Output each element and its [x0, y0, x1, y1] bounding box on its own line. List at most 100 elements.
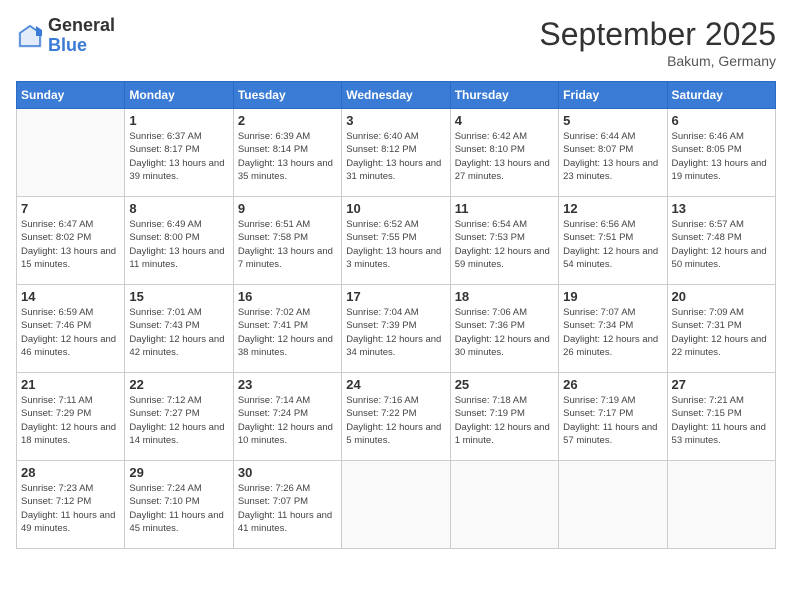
day-info: Sunrise: 7:14 AM Sunset: 7:24 PM Dayligh… — [238, 394, 337, 447]
logo-general: General — [48, 16, 115, 36]
calendar-cell — [342, 461, 450, 549]
calendar-cell: 29Sunrise: 7:24 AM Sunset: 7:10 PM Dayli… — [125, 461, 233, 549]
calendar-cell: 12 Sunrise: 6:56 AM Sunset: 7:51 PM Dayli… — [559, 197, 667, 285]
day-number: 14 — [21, 289, 120, 304]
logo: General Blue — [16, 16, 115, 56]
day-header-sunday: Sunday — [17, 82, 125, 109]
day-info: Sunrise: 6:56 AM Sunset: 7:51 PM Dayligh… — [563, 218, 662, 271]
day-info: Sunrise: 7:02 AM Sunset: 7:41 PM Dayligh… — [238, 306, 337, 359]
day-info: Sunrise: 6:54 AM Sunset: 7:53 PM Dayligh… — [455, 218, 554, 271]
day-header-monday: Monday — [125, 82, 233, 109]
day-info: Sunrise: 6:44 AM Sunset: 8:07 PM Dayligh… — [563, 130, 662, 183]
calendar-cell — [450, 461, 558, 549]
calendar-cell: 11 Sunrise: 6:54 AM Sunset: 7:53 PM Dayli… — [450, 197, 558, 285]
day-number: 13 — [672, 201, 771, 216]
calendar-cell: 4Sunrise: 6:42 AM Sunset: 8:10 PM Daylig… — [450, 109, 558, 197]
day-number: 15 — [129, 289, 228, 304]
calendar-table: SundayMondayTuesdayWednesdayThursdayFrid… — [16, 81, 776, 549]
day-info: Sunrise: 6:39 AM Sunset: 8:14 PM Dayligh… — [238, 130, 337, 183]
day-info: Sunrise: 7:04 AM Sunset: 7:39 PM Dayligh… — [346, 306, 445, 359]
calendar-cell: 26 Sunrise: 7:19 AM Sunset: 7:17 PM Dayli… — [559, 373, 667, 461]
week-row-1: 7 Sunrise: 6:47 AM Sunset: 8:02 PM Daylig… — [17, 197, 776, 285]
day-number: 11 — [455, 201, 554, 216]
day-info: Sunrise: 7:07 AM Sunset: 7:34 PM Dayligh… — [563, 306, 662, 359]
calendar-cell: 21 Sunrise: 7:11 AM Sunset: 7:29 PM Dayli… — [17, 373, 125, 461]
day-number: 16 — [238, 289, 337, 304]
day-info: Sunrise: 7:21 AM Sunset: 7:15 PM Dayligh… — [672, 394, 771, 447]
calendar-cell: 27Sunrise: 7:21 AM Sunset: 7:15 PM Dayli… — [667, 373, 775, 461]
day-number: 6 — [672, 113, 771, 128]
day-number: 18 — [455, 289, 554, 304]
calendar-cell — [17, 109, 125, 197]
calendar-cell: 30 Sunrise: 7:26 AM Sunset: 7:07 PM Dayli… — [233, 461, 341, 549]
day-info: Sunrise: 6:59 AM Sunset: 7:46 PM Dayligh… — [21, 306, 120, 359]
day-header-saturday: Saturday — [667, 82, 775, 109]
logo-icon — [16, 22, 44, 50]
day-number: 10 — [346, 201, 445, 216]
day-info: Sunrise: 6:47 AM Sunset: 8:02 PM Dayligh… — [21, 218, 120, 271]
calendar-cell: 10Sunrise: 6:52 AM Sunset: 7:55 PM Dayli… — [342, 197, 450, 285]
day-info: Sunrise: 6:49 AM Sunset: 8:00 PM Dayligh… — [129, 218, 228, 271]
page-header: General Blue September 2025 Bakum, Germa… — [16, 16, 776, 69]
calendar-cell: 19 Sunrise: 7:07 AM Sunset: 7:34 PM Dayli… — [559, 285, 667, 373]
calendar-cell: 13 Sunrise: 6:57 AM Sunset: 7:48 PM Dayli… — [667, 197, 775, 285]
calendar-cell — [559, 461, 667, 549]
calendar-cell: 18 Sunrise: 7:06 AM Sunset: 7:36 PM Dayli… — [450, 285, 558, 373]
calendar-cell: 17 Sunrise: 7:04 AM Sunset: 7:39 PM Dayli… — [342, 285, 450, 373]
day-info: Sunrise: 6:42 AM Sunset: 8:10 PM Dayligh… — [455, 130, 554, 183]
calendar-cell: 28Sunrise: 7:23 AM Sunset: 7:12 PM Dayli… — [17, 461, 125, 549]
day-info: Sunrise: 7:19 AM Sunset: 7:17 PM Dayligh… — [563, 394, 662, 447]
day-info: Sunrise: 7:11 AM Sunset: 7:29 PM Dayligh… — [21, 394, 120, 447]
day-info: Sunrise: 7:18 AM Sunset: 7:19 PM Dayligh… — [455, 394, 554, 447]
day-header-friday: Friday — [559, 82, 667, 109]
day-info: Sunrise: 7:24 AM Sunset: 7:10 PM Dayligh… — [129, 482, 228, 535]
day-number: 25 — [455, 377, 554, 392]
day-number: 22 — [129, 377, 228, 392]
day-number: 1 — [129, 113, 228, 128]
calendar-cell: 2 Sunrise: 6:39 AM Sunset: 8:14 PM Daylig… — [233, 109, 341, 197]
calendar-cell: 1 Sunrise: 6:37 AM Sunset: 8:17 PM Daylig… — [125, 109, 233, 197]
calendar-cell: 15 Sunrise: 7:01 AM Sunset: 7:43 PM Dayli… — [125, 285, 233, 373]
calendar-cell — [667, 461, 775, 549]
day-info: Sunrise: 6:40 AM Sunset: 8:12 PM Dayligh… — [346, 130, 445, 183]
week-row-4: 28Sunrise: 7:23 AM Sunset: 7:12 PM Dayli… — [17, 461, 776, 549]
location: Bakum, Germany — [539, 53, 776, 69]
day-info: Sunrise: 6:46 AM Sunset: 8:05 PM Dayligh… — [672, 130, 771, 183]
day-number: 28 — [21, 465, 120, 480]
week-row-0: 1 Sunrise: 6:37 AM Sunset: 8:17 PM Daylig… — [17, 109, 776, 197]
day-number: 19 — [563, 289, 662, 304]
day-number: 12 — [563, 201, 662, 216]
day-number: 21 — [21, 377, 120, 392]
calendar-cell: 14 Sunrise: 6:59 AM Sunset: 7:46 PM Dayli… — [17, 285, 125, 373]
title-block: September 2025 Bakum, Germany — [539, 16, 776, 69]
day-number: 8 — [129, 201, 228, 216]
day-number: 17 — [346, 289, 445, 304]
calendar-cell: 5 Sunrise: 6:44 AM Sunset: 8:07 PM Daylig… — [559, 109, 667, 197]
day-info: Sunrise: 7:01 AM Sunset: 7:43 PM Dayligh… — [129, 306, 228, 359]
calendar-cell: 22Sunrise: 7:12 AM Sunset: 7:27 PM Dayli… — [125, 373, 233, 461]
day-header-wednesday: Wednesday — [342, 82, 450, 109]
calendar-cell: 6 Sunrise: 6:46 AM Sunset: 8:05 PM Daylig… — [667, 109, 775, 197]
day-info: Sunrise: 6:37 AM Sunset: 8:17 PM Dayligh… — [129, 130, 228, 183]
day-info: Sunrise: 6:51 AM Sunset: 7:58 PM Dayligh… — [238, 218, 337, 271]
logo-blue: Blue — [48, 36, 115, 56]
day-number: 2 — [238, 113, 337, 128]
day-header-tuesday: Tuesday — [233, 82, 341, 109]
day-info: Sunrise: 7:09 AM Sunset: 7:31 PM Dayligh… — [672, 306, 771, 359]
day-info: Sunrise: 7:06 AM Sunset: 7:36 PM Dayligh… — [455, 306, 554, 359]
day-number: 23 — [238, 377, 337, 392]
calendar-cell: 9Sunrise: 6:51 AM Sunset: 7:58 PM Daylig… — [233, 197, 341, 285]
calendar-cell: 25 Sunrise: 7:18 AM Sunset: 7:19 PM Dayli… — [450, 373, 558, 461]
day-number: 5 — [563, 113, 662, 128]
day-number: 7 — [21, 201, 120, 216]
day-info: Sunrise: 7:16 AM Sunset: 7:22 PM Dayligh… — [346, 394, 445, 447]
logo-text: General Blue — [48, 16, 115, 56]
day-number: 20 — [672, 289, 771, 304]
day-number: 30 — [238, 465, 337, 480]
day-number: 26 — [563, 377, 662, 392]
day-number: 3 — [346, 113, 445, 128]
day-info: Sunrise: 7:26 AM Sunset: 7:07 PM Dayligh… — [238, 482, 337, 535]
day-headers-row: SundayMondayTuesdayWednesdayThursdayFrid… — [17, 82, 776, 109]
calendar-cell: 24Sunrise: 7:16 AM Sunset: 7:22 PM Dayli… — [342, 373, 450, 461]
day-info: Sunrise: 6:57 AM Sunset: 7:48 PM Dayligh… — [672, 218, 771, 271]
